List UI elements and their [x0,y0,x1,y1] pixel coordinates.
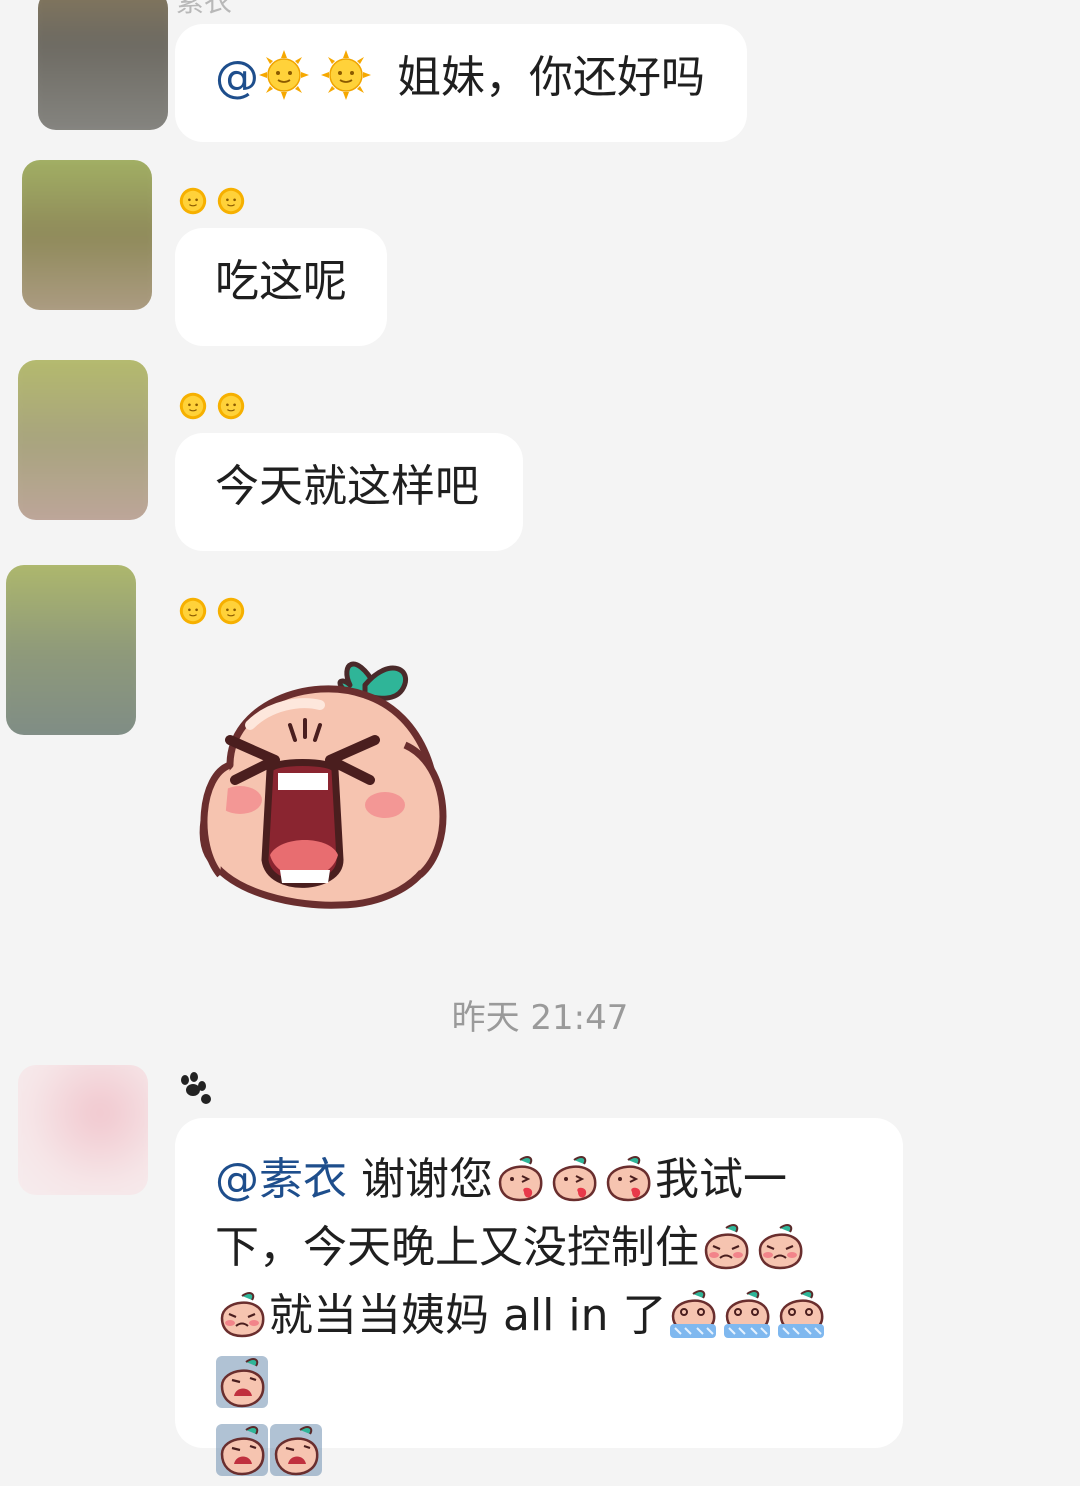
sun-emoji-icon [179,597,207,625]
message-text: 谢谢您 [347,1154,493,1205]
sender-name-emoji [178,186,246,216]
sun-emoji-icon [259,50,309,100]
sun-emoji-icon [217,392,245,420]
avatar[interactable] [6,565,136,735]
timestamp: 昨天 21:47 [451,998,629,1038]
peach-screaming-sticker[interactable] [190,645,460,925]
peach-crying-emoji-icon [670,1290,717,1338]
peach-kiss-emoji-icon [498,1156,543,1202]
avatar[interactable] [22,160,152,310]
message-bubble[interactable]: @ 姐妹，你还好吗 [175,24,747,142]
sun-emoji-icon [179,392,207,420]
sun-emoji-icon [321,50,371,100]
message-text: 我试一 [655,1154,787,1205]
sun-emoji-icon [217,187,245,215]
message-bubble[interactable]: 今天就这样吧 [175,433,523,551]
peach-sad-emoji-icon [758,1224,803,1270]
avatar[interactable] [18,360,148,520]
peach-kiss-emoji-icon [552,1156,597,1202]
peach-crying-emoji-icon [724,1290,771,1338]
peach-despair-emoji-icon [216,1424,268,1476]
peach-crying-emoji-icon [778,1290,825,1338]
sun-emoji-icon [179,187,207,215]
message-text: 吃这呢 [215,256,347,307]
sender-name-emoji [178,391,246,421]
chat-area[interactable]: 素衣 @ 姐妹，你还好吗 吃这呢 今天就这样吧 昨天 21:47 @素衣 谢谢您… [0,0,1080,1476]
sender-name-emoji [178,596,246,626]
avatar[interactable] [18,1065,148,1195]
message-text: 下，今天晚上又没控制住 [215,1222,699,1273]
message-text: 姐妹，你还好吗 [383,52,705,103]
message-text: 就当当姨妈 all in 了 [269,1290,667,1341]
message-text: 今天就这样吧 [215,461,479,512]
paw-icon [181,1072,211,1104]
peach-kiss-emoji-icon [606,1156,651,1202]
peach-despair-emoji-icon [216,1356,268,1408]
peach-sad-emoji-icon [704,1224,749,1270]
sun-emoji-icon [217,597,245,625]
message-bubble[interactable]: 吃这呢 [175,228,387,346]
mention-link[interactable]: @ [215,52,259,103]
message-bubble[interactable]: @素衣 谢谢您 我试一下，今天晚上又没控制住就当当姨妈 all in 了 [175,1118,903,1476]
avatar[interactable] [38,0,168,130]
mention-link[interactable]: @素衣 [215,1154,347,1205]
peach-sad-emoji-icon [220,1292,265,1338]
sender-name: 素衣 [176,0,233,18]
peach-despair-emoji-icon [270,1424,322,1476]
